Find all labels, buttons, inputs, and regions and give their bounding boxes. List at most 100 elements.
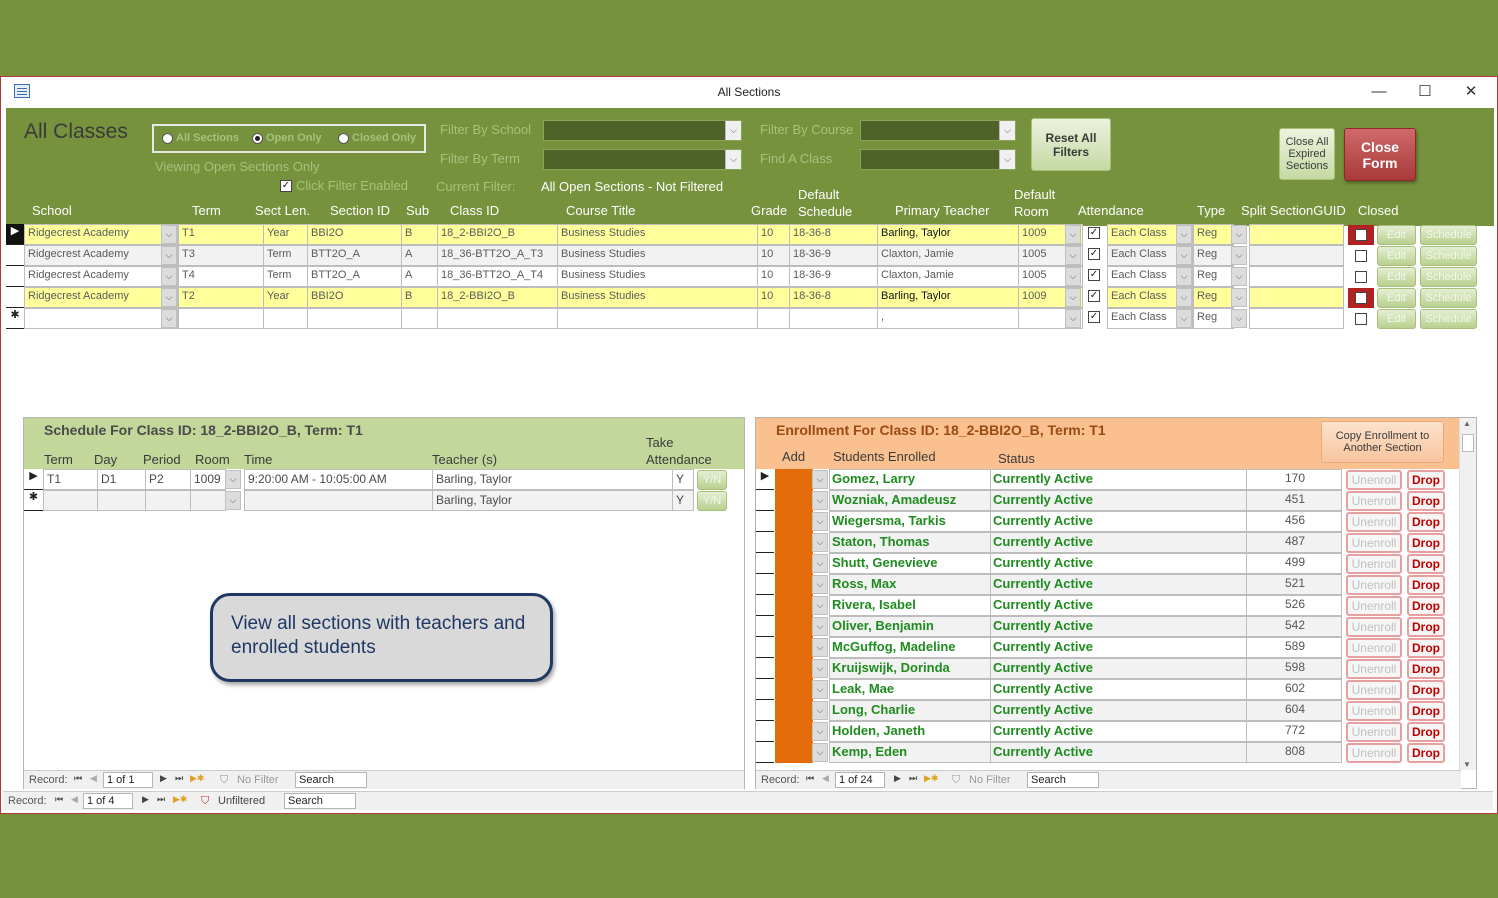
section-row[interactable]: ▶ Ridgecrest Academy ⌵ T1 Year BBI2O B 18_2-BBI…	[6, 224, 1494, 245]
cell-sub[interactable]: B	[401, 224, 438, 245]
add-dropdown-icon[interactable]: ⌵	[812, 596, 828, 615]
schedule-button[interactable]: Schedule	[1420, 288, 1477, 308]
chevron-down-icon[interactable]: ⌵	[725, 121, 741, 140]
cell-student[interactable]: Holden, Janeth	[829, 721, 991, 742]
filter-school-combo[interactable]: ⌵	[543, 120, 742, 141]
cell-room[interactable]	[190, 490, 226, 511]
add-dropdown-icon[interactable]: ⌵	[812, 659, 828, 678]
cell-split-guid[interactable]	[1249, 245, 1344, 266]
cell-type[interactable]: Reg	[1193, 266, 1234, 287]
enrollment-row[interactable]: ⌵ McGuffog, Madeline Currently Active 589 Un…	[756, 637, 1461, 658]
record-selector[interactable]	[756, 679, 774, 700]
add-dropdown-icon[interactable]: ⌵	[812, 680, 828, 699]
room-dropdown-icon[interactable]: ⌵	[1065, 246, 1081, 265]
enrollment-row[interactable]: ⌵ Oliver, Benjamin Currently Active 542 Unen…	[756, 616, 1461, 637]
record-selector[interactable]	[756, 658, 774, 679]
cell-sub[interactable]	[401, 308, 438, 329]
unenroll-button[interactable]: Unenroll	[1346, 533, 1402, 553]
type-dropdown-icon[interactable]: ⌵	[1231, 246, 1247, 265]
filter-status[interactable]: No Filter	[237, 774, 279, 786]
cell-grade[interactable]: 10	[757, 224, 790, 245]
maximize-button[interactable]: ☐	[1410, 81, 1440, 103]
cell-section-id[interactable]: BTT2O_A	[307, 245, 402, 266]
first-record-icon[interactable]: ⏮	[55, 794, 63, 805]
record-selector[interactable]	[756, 637, 774, 658]
unenroll-button[interactable]: Unenroll	[1346, 575, 1402, 595]
copy-enrollment-button[interactable]: Copy Enrollment to Another Section	[1321, 421, 1444, 463]
enrollment-row[interactable]: ▶ ⌵ Gomez, Larry Currently Active 170 Unenrol…	[756, 469, 1461, 490]
cell-take-attendance[interactable]: Y	[672, 469, 694, 490]
cell-sect-len[interactable]: Year	[263, 224, 308, 245]
cell-schedule[interactable]: 18-36-9	[789, 245, 878, 266]
cell-term[interactable]	[178, 308, 264, 329]
scroll-up-icon[interactable]: ▲	[1463, 419, 1471, 428]
cell-status[interactable]: Currently Active	[990, 616, 1247, 637]
unenroll-button[interactable]: Unenroll	[1346, 596, 1402, 616]
record-selector[interactable]	[756, 511, 774, 532]
enrollment-row[interactable]: ⌵ Shutt, Genevieve Currently Active 499 Unen…	[756, 553, 1461, 574]
cell-time[interactable]	[244, 490, 433, 511]
cell-schedule[interactable]: 18-36-8	[789, 287, 878, 308]
type-dropdown-icon[interactable]: ⌵	[1231, 309, 1247, 328]
room-dropdown-icon[interactable]: ⌵	[1065, 225, 1081, 244]
cell-school[interactable]: Ridgecrest Academy	[24, 287, 178, 308]
add-dropdown-icon[interactable]: ⌵	[812, 512, 828, 531]
room-dropdown-icon[interactable]: ⌵	[1065, 288, 1081, 307]
unenroll-button[interactable]: Unenroll	[1346, 743, 1402, 763]
type-dropdown-icon[interactable]: ⌵	[1231, 288, 1247, 307]
cell-section-id[interactable]: BBI2O	[307, 224, 402, 245]
cell-period[interactable]	[145, 490, 191, 511]
cell-grade[interactable]: 10	[757, 287, 790, 308]
record-selector[interactable]	[6, 287, 24, 308]
unenroll-button[interactable]: Unenroll	[1346, 680, 1402, 700]
enrollment-row[interactable]: ⌵ Long, Charlie Currently Active 604 Unenrol…	[756, 700, 1461, 721]
add-indicator[interactable]	[775, 721, 813, 742]
drop-button[interactable]: Drop	[1407, 722, 1445, 742]
edit-button[interactable]: Edit	[1377, 288, 1416, 308]
unenroll-button[interactable]: Unenroll	[1346, 638, 1402, 658]
filter-status[interactable]: Unfiltered	[218, 795, 265, 807]
option-open-only[interactable]: Open Only	[252, 132, 322, 144]
unenroll-button[interactable]: Unenroll	[1346, 491, 1402, 511]
cell-split-guid[interactable]	[1249, 266, 1344, 287]
cell-teacher[interactable]: Barling, Taylor	[877, 287, 1019, 308]
record-selector[interactable]	[6, 266, 24, 287]
enrollment-row[interactable]: ⌵ Kemp, Eden Currently Active 808 Unenroll Dr…	[756, 742, 1461, 763]
cell-student[interactable]: Kemp, Eden	[829, 742, 991, 763]
attendance-checkbox[interactable]: ✓	[1088, 290, 1100, 302]
cell-term[interactable]: T1	[178, 224, 264, 245]
next-record-icon[interactable]: ▶	[142, 794, 149, 805]
schedule-button[interactable]: Schedule	[1420, 225, 1477, 245]
cell-status[interactable]: Currently Active	[990, 490, 1247, 511]
cell-term[interactable]	[43, 490, 98, 511]
closed-checkbox[interactable]	[1348, 225, 1374, 245]
cell-split-guid[interactable]	[1249, 308, 1344, 329]
section-row[interactable]: Ridgecrest Academy ⌵ T4 Term BTT2O_A A 18_36-B…	[6, 266, 1494, 287]
cell-school[interactable]: Ridgecrest Academy	[24, 266, 178, 287]
chevron-down-icon[interactable]: ⌵	[725, 150, 741, 169]
drop-button[interactable]: Drop	[1407, 743, 1445, 763]
search-input[interactable]: Search	[1027, 772, 1099, 788]
add-dropdown-icon[interactable]: ⌵	[812, 722, 828, 741]
cell-student[interactable]: Long, Charlie	[829, 700, 991, 721]
drop-button[interactable]: Drop	[1407, 638, 1445, 658]
record-selector[interactable]	[756, 721, 774, 742]
record-selector[interactable]	[756, 742, 774, 763]
add-indicator[interactable]	[775, 490, 813, 511]
cell-teacher[interactable]: Claxton, Jamie	[877, 245, 1019, 266]
drop-button[interactable]: Drop	[1407, 575, 1445, 595]
cell-take-attendance[interactable]: Y	[672, 490, 694, 511]
first-record-icon[interactable]: ⏮	[74, 773, 82, 784]
new-record-icon[interactable]: ▶✱	[190, 773, 204, 784]
cell-time[interactable]: 9:20:00 AM - 10:05:00 AM	[244, 469, 433, 490]
cell-term[interactable]: T2	[178, 287, 264, 308]
add-indicator[interactable]	[775, 595, 813, 616]
filter-status[interactable]: No Filter	[969, 774, 1011, 786]
cell-sect-len[interactable]	[263, 308, 308, 329]
add-dropdown-icon[interactable]: ⌵	[812, 701, 828, 720]
room-dropdown-icon[interactable]: ⌵	[225, 470, 241, 489]
record-selector[interactable]	[756, 532, 774, 553]
vertical-scrollbar[interactable]: ▲ ▼	[1459, 418, 1476, 770]
cell-course-title[interactable]	[557, 308, 758, 329]
close-form-button[interactable]: Close Form	[1344, 128, 1416, 181]
